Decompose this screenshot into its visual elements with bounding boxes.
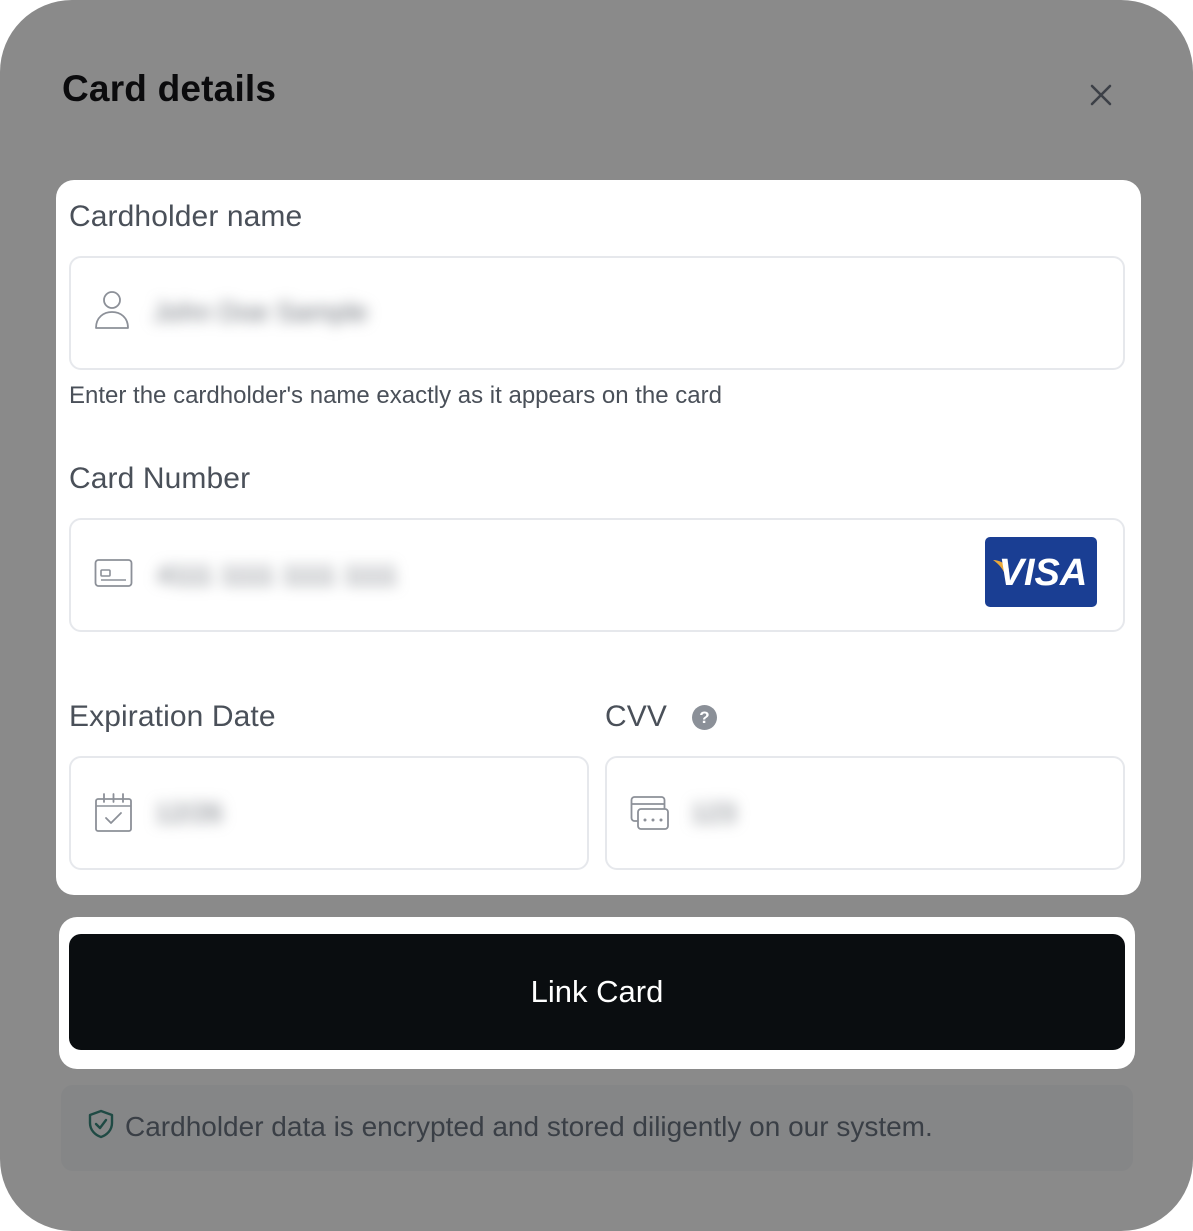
card-number-label: Card Number — [69, 462, 251, 495]
card-details-dialog: Card details Cardholder name John Doe Sa… — [0, 0, 1193, 1231]
cardholder-name-field[interactable]: John Doe Sample — [69, 256, 1125, 370]
credit-card-icon — [94, 558, 134, 588]
user-icon — [93, 289, 131, 331]
question-circle-icon[interactable]: ? — [692, 705, 717, 730]
expiration-date-label: Expiration Date — [69, 700, 276, 733]
card-form: Cardholder name John Doe Sample Enter th… — [56, 180, 1141, 895]
close-button[interactable] — [1082, 76, 1120, 114]
card-cvv-icon — [630, 795, 670, 831]
cardholder-name-helper: Enter the cardholder's name exactly as i… — [69, 382, 722, 409]
submit-container: Link Card — [59, 917, 1135, 1069]
expiration-date-field[interactable]: 12/26 — [69, 756, 589, 870]
cardholder-name-label: Cardholder name — [69, 200, 303, 233]
shield-check-icon — [88, 1109, 114, 1144]
visa-brand-text: VISA — [999, 552, 1088, 594]
card-number-field[interactable]: 4111 1111 1111 1111 VISA — [69, 518, 1125, 632]
security-notice-text: Cardholder data is encrypted and stored … — [125, 1111, 933, 1142]
calendar-check-icon — [94, 793, 134, 833]
cvv-label: CVV — [605, 700, 667, 733]
dialog-title: Card details — [62, 68, 277, 109]
security-notice: Cardholder data is encrypted and stored … — [61, 1085, 1133, 1171]
visa-logo: VISA — [985, 537, 1097, 607]
expiration-date-value: 12/26 — [155, 798, 223, 828]
cardholder-name-value: John Doe Sample — [153, 297, 368, 327]
link-card-button[interactable]: Link Card — [69, 934, 1125, 1050]
cvv-field[interactable]: 123 — [605, 756, 1125, 870]
cvv-value: 123 — [691, 798, 737, 828]
card-number-value: 4111 1111 1111 1111 — [157, 560, 398, 590]
close-icon — [1090, 84, 1112, 106]
